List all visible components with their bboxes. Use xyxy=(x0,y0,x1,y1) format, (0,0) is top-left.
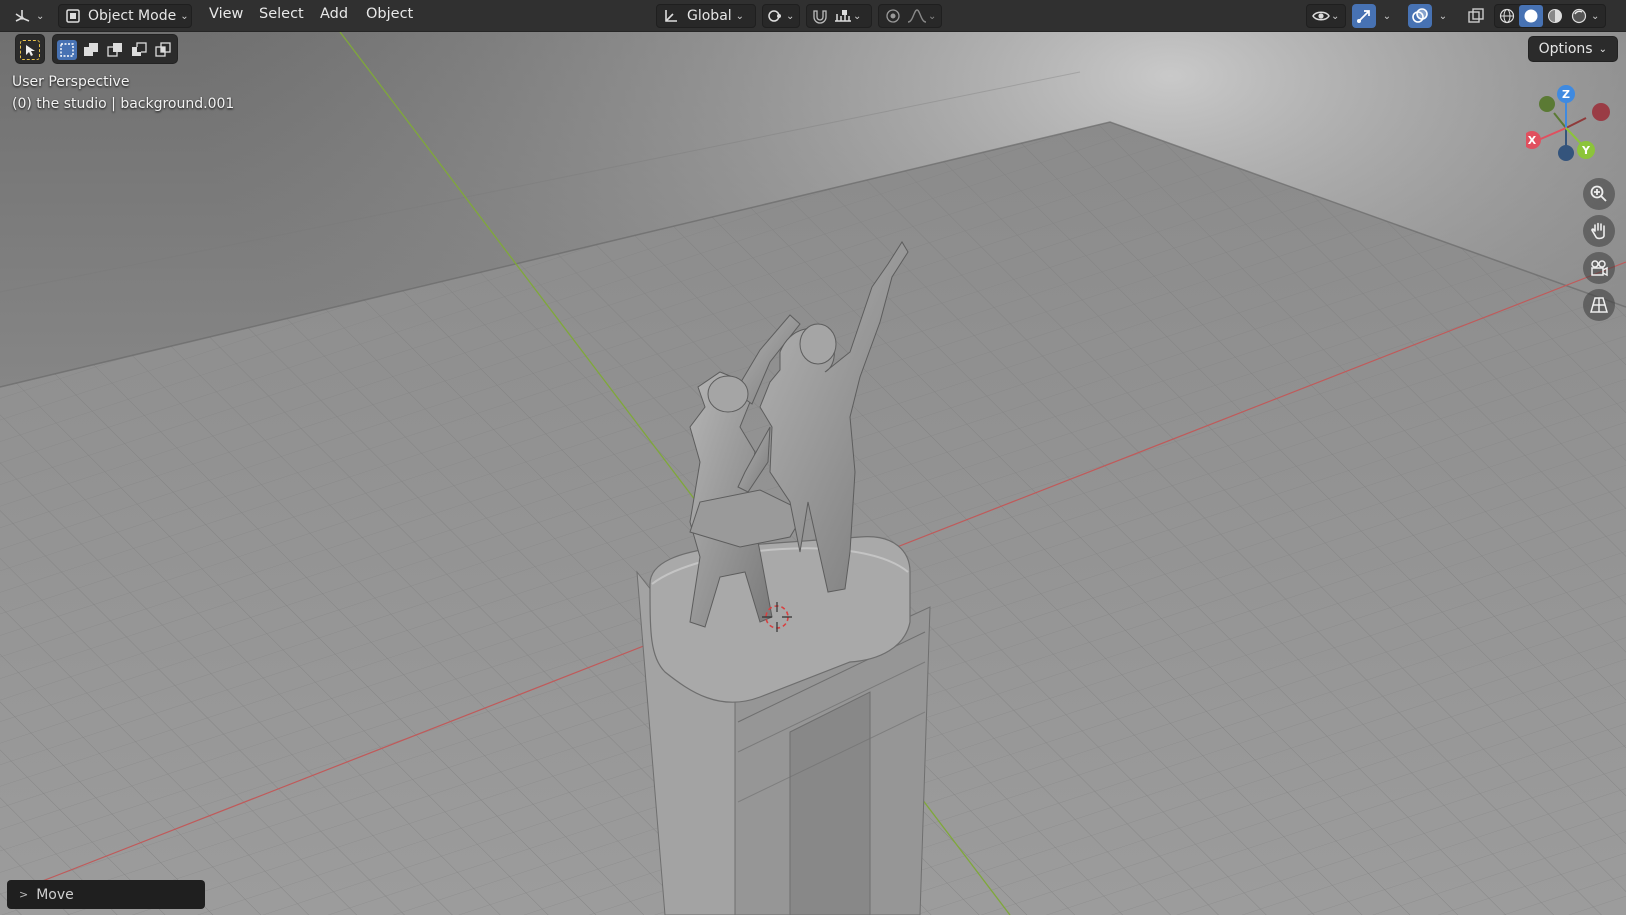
mode-extend-button[interactable] xyxy=(81,40,101,60)
proportional-edit-icon xyxy=(886,9,900,23)
chevron-down-icon: ⌄ xyxy=(1438,10,1448,22)
options-label: Options xyxy=(1538,41,1593,57)
orientation-label: Global xyxy=(687,8,732,24)
last-operator-panel[interactable]: > Move xyxy=(7,880,205,909)
chevron-down-icon: ⌄ xyxy=(928,10,937,22)
selection-mode-group xyxy=(52,34,178,64)
mode-label: Object Mode xyxy=(88,8,177,24)
mode-selector[interactable]: Object Mode ⌄ xyxy=(58,4,192,28)
view-name: User Perspective xyxy=(12,74,130,90)
orthographic-grid-icon xyxy=(1590,297,1608,313)
ortho-toggle-button[interactable] xyxy=(1583,289,1615,321)
object-mode-icon xyxy=(66,9,80,23)
select-box-tool-icon xyxy=(26,45,35,56)
chevron-down-icon: ⌄ xyxy=(786,10,795,22)
material-shading-button[interactable] xyxy=(1543,5,1567,27)
mode-subtract-button[interactable] xyxy=(105,40,125,60)
gizmo-z-label: Z xyxy=(1562,88,1570,101)
orientation-global-icon xyxy=(665,10,677,22)
mode-extend-icon xyxy=(84,43,98,56)
eye-visibility-icon xyxy=(1312,11,1330,21)
3d-viewport-icon xyxy=(15,10,30,22)
camera-view-icon xyxy=(1591,260,1608,277)
chevron-down-icon: ⌄ xyxy=(735,10,745,22)
snapping-group[interactable]: ⌄ xyxy=(806,4,872,28)
zoom-button[interactable] xyxy=(1583,178,1615,210)
xray-toggle-icon xyxy=(1468,8,1484,23)
transform-orientation-selector[interactable]: Global ⌄ xyxy=(656,4,756,28)
menu-add[interactable]: Add xyxy=(320,6,348,26)
chevron-down-icon: ⌄ xyxy=(180,10,189,22)
wireframe-shading-icon xyxy=(1499,8,1515,24)
mode-invert-icon xyxy=(132,42,147,56)
chevron-down-icon: ⌄ xyxy=(853,10,862,22)
select-box-tool-button[interactable] xyxy=(20,40,40,60)
overlay-toggle[interactable] xyxy=(1408,4,1432,28)
overlay-toggle-icon xyxy=(1412,8,1428,23)
camera-view-button[interactable] xyxy=(1583,252,1615,284)
pivot-point-icon xyxy=(768,10,781,22)
menu-select[interactable]: Select xyxy=(259,6,304,26)
chevron-down-icon: ⌄ xyxy=(1331,10,1340,22)
pivot-point-selector[interactable]: ⌄ xyxy=(762,4,800,28)
solid-shading-button[interactable] xyxy=(1519,5,1543,27)
zoom-icon xyxy=(1590,185,1607,202)
gizmo-toggle[interactable] xyxy=(1352,4,1376,28)
hand-pan-icon xyxy=(1591,222,1605,240)
gizmo-neg-x xyxy=(1592,103,1610,121)
shading-mode-group: ⌄ xyxy=(1494,4,1606,28)
menu-object[interactable]: Object xyxy=(366,6,413,26)
proportional-editing-group[interactable]: ⌄ xyxy=(878,4,942,28)
pan-button[interactable] xyxy=(1583,215,1615,247)
snap-magnet-icon xyxy=(813,10,827,24)
gizmo-dropdown[interactable]: ⌄ xyxy=(1378,4,1396,28)
gizmo-toggle-icon xyxy=(1357,10,1370,23)
mode-intersect-button[interactable] xyxy=(153,40,173,60)
rendered-shading-button[interactable] xyxy=(1567,5,1591,27)
chevron-down-icon[interactable]: ⌄ xyxy=(1591,11,1599,22)
mode-set-icon xyxy=(60,43,74,57)
operator-label: Move xyxy=(36,886,74,903)
chevron-right-icon: > xyxy=(19,888,29,901)
mode-intersect-icon xyxy=(155,42,171,57)
object-visibility-selector[interactable]: ⌄ xyxy=(1306,4,1346,28)
context-line: (0) the studio | background.001 xyxy=(12,96,235,112)
editor-type-selector[interactable]: ⌄ xyxy=(14,4,50,28)
gizmo-y-label: Y xyxy=(1581,144,1591,157)
gizmo-neg-z xyxy=(1558,145,1574,161)
gizmo-x-label: X xyxy=(1528,134,1537,147)
viewport-header: ⌄ Object Mode ⌄ View Select Add Object G… xyxy=(0,0,1626,32)
material-shading-icon xyxy=(1548,9,1562,23)
scene-render xyxy=(0,32,1626,915)
wireframe-shading-button[interactable] xyxy=(1495,5,1519,27)
gizmo-neg-y xyxy=(1539,96,1555,112)
mode-set-button[interactable] xyxy=(57,40,77,60)
falloff-curve-icon xyxy=(907,9,927,23)
menu-view[interactable]: View xyxy=(209,6,243,26)
chevron-down-icon: ⌄ xyxy=(36,10,45,22)
chevron-down-icon: ⌄ xyxy=(1382,10,1392,22)
3d-viewport[interactable]: User Perspective (0) the studio | backgr… xyxy=(0,32,1626,915)
mode-subtract-icon xyxy=(107,43,122,57)
chevron-down-icon: ⌄ xyxy=(1598,43,1607,55)
options-button[interactable]: Options ⌄ xyxy=(1527,36,1618,62)
xray-toggle[interactable] xyxy=(1464,4,1488,28)
snap-increment-icon xyxy=(835,10,851,22)
mode-invert-button[interactable] xyxy=(129,40,149,60)
overlay-dropdown[interactable]: ⌄ xyxy=(1434,4,1452,28)
navigation-gizmo[interactable]: Z X Y xyxy=(1526,82,1616,172)
solid-shading-icon xyxy=(1524,9,1538,23)
rendered-shading-icon xyxy=(1571,8,1587,24)
active-tool-group xyxy=(15,34,45,64)
